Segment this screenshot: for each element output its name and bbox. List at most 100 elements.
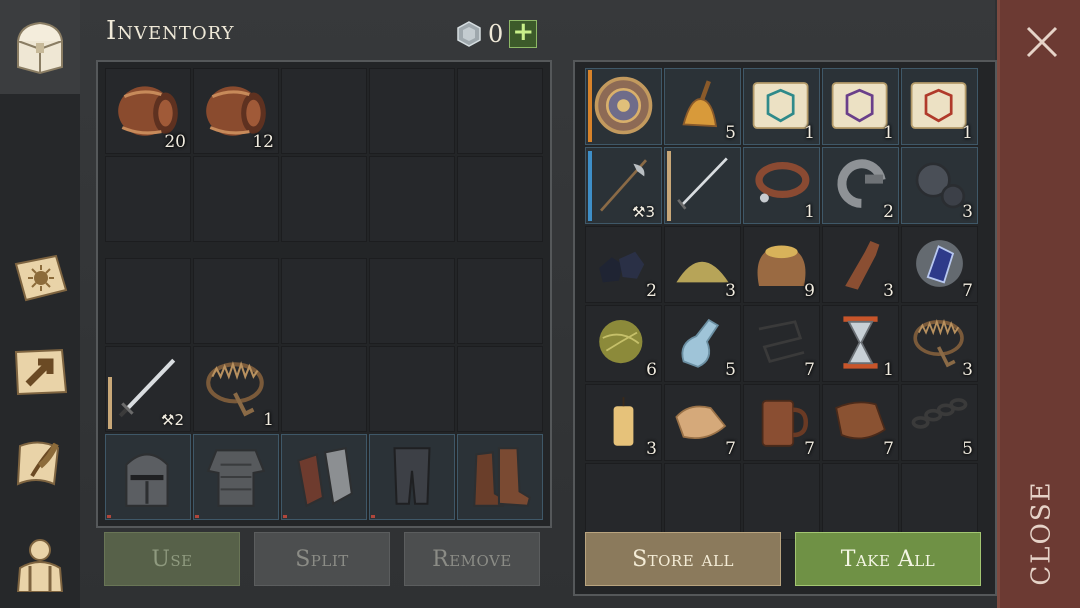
inventory-slot[interactable] (457, 258, 543, 344)
inventory-slot[interactable] (105, 156, 191, 242)
storage-slot[interactable]: 7 (901, 226, 978, 303)
storage-slot[interactable]: 2 (822, 147, 899, 224)
storage-slot[interactable] (901, 463, 978, 540)
inventory-slot[interactable] (281, 156, 367, 242)
inventory-slot[interactable] (369, 258, 455, 344)
storage-slot[interactable]: 3 (664, 226, 741, 303)
item-count: 7 (962, 281, 973, 301)
helmet-icon (125, 453, 169, 507)
inventory-slot[interactable] (369, 68, 455, 154)
tab-inventory[interactable] (0, 0, 82, 94)
equip-slot-chest[interactable] (193, 434, 279, 520)
inventory-slot[interactable] (193, 156, 279, 242)
item-count: 2 (883, 202, 894, 222)
inventory-slot[interactable] (281, 68, 367, 154)
backpack-grid: 20 12 (105, 68, 543, 242)
equip-slot-helmet[interactable] (105, 434, 191, 520)
storage-slot[interactable]: 7 (743, 305, 820, 382)
item-count: 3 (725, 281, 736, 301)
inventory-slot[interactable]: 1 (193, 346, 279, 432)
storage-slot[interactable] (585, 68, 662, 145)
equip-slot-boots[interactable] (457, 434, 543, 520)
hotbar-grid: ⚒2 1 (105, 258, 543, 432)
inventory-slot[interactable] (369, 346, 455, 432)
equipment-grid (105, 434, 543, 520)
longsword-icon (677, 157, 728, 210)
item-count: 1 (883, 360, 894, 380)
tab-skills[interactable] (0, 246, 80, 310)
store-all-button[interactable]: Store all (585, 532, 781, 586)
inventory-slot[interactable] (193, 258, 279, 344)
storage-slot[interactable]: ⚒3 (585, 147, 662, 224)
close-icon[interactable] (1022, 22, 1062, 62)
storage-slot[interactable]: 1 (743, 68, 820, 145)
storage-slot[interactable] (664, 463, 741, 540)
inventory-slot[interactable] (457, 346, 543, 432)
storage-slot[interactable]: 3 (901, 305, 978, 382)
inventory-slot[interactable]: 20 (105, 68, 191, 154)
remove-button[interactable]: Remove (404, 532, 540, 586)
inventory-slot[interactable]: 12 (193, 68, 279, 154)
storage-slot[interactable] (822, 463, 899, 540)
shield-icon (594, 76, 653, 135)
use-button[interactable]: Use (104, 532, 240, 586)
storage-slot[interactable]: 3 (585, 384, 662, 461)
page-title: Inventory (106, 16, 235, 46)
storage-slot[interactable]: 3 (901, 147, 978, 224)
map-arrow-icon (14, 348, 68, 396)
storage-slot[interactable]: 1 (822, 68, 899, 145)
storage-slot[interactable]: 7 (664, 384, 741, 461)
currency-amount: 0 (488, 20, 504, 48)
storage-slot[interactable] (743, 463, 820, 540)
currency: 0 + (456, 19, 538, 48)
chainmail-icon (206, 449, 266, 507)
inventory-slot[interactable] (457, 68, 543, 154)
item-count: 7 (725, 439, 736, 459)
storage-slot[interactable]: 5 (664, 305, 741, 382)
tab-character[interactable] (0, 520, 80, 608)
close-button[interactable]: CLOSE (1020, 478, 1064, 588)
storage-slot[interactable]: 1 (901, 68, 978, 145)
durability-tick (283, 515, 287, 518)
inventory-slot[interactable]: ⚒2 (105, 346, 191, 432)
storage-slot[interactable]: 5 (664, 68, 741, 145)
inventory-slot[interactable] (281, 346, 367, 432)
storage-slot[interactable]: 2 (585, 226, 662, 303)
storage-grid: 5 1 1 1 ⚒3 1 2 3 2 3 9 3 7 6 5 7 1 3 3 7… (585, 68, 978, 540)
storage-slot[interactable]: 7 (743, 384, 820, 461)
close-panel[interactable]: CLOSE (997, 0, 1080, 608)
tab-journal[interactable] (0, 432, 80, 496)
sun-book-icon (14, 254, 68, 302)
item-count: 5 (725, 360, 736, 380)
take-all-button[interactable]: Take All (795, 532, 981, 586)
inventory-slot[interactable] (457, 156, 543, 242)
storage-slot[interactable]: 1 (743, 147, 820, 224)
storage-slot[interactable]: 5 (901, 384, 978, 461)
inventory-slot[interactable] (281, 258, 367, 344)
item-count: 3 (962, 202, 973, 222)
gauntlets-icon (297, 447, 353, 508)
add-currency-button[interactable]: + (509, 19, 538, 48)
item-count: 20 (164, 132, 186, 152)
split-button[interactable]: Split (254, 532, 390, 586)
storage-slot[interactable]: 3 (822, 226, 899, 303)
bear-trap-icon (206, 361, 264, 417)
durability-tick (195, 515, 199, 518)
storage-slot[interactable] (664, 147, 741, 224)
item-count: 5 (725, 123, 736, 143)
storage-slot[interactable]: 1 (822, 305, 899, 382)
item-count: 3 (646, 439, 657, 459)
equip-slot-gloves[interactable] (281, 434, 367, 520)
storage-slot[interactable]: 6 (585, 305, 662, 382)
storage-slot[interactable]: 9 (743, 226, 820, 303)
item-count: 7 (804, 439, 815, 459)
item-count: 9 (804, 281, 815, 301)
item-count: 7 (883, 439, 894, 459)
storage-slot[interactable] (585, 463, 662, 540)
inventory-slot[interactable] (105, 258, 191, 344)
inventory-slot[interactable] (369, 156, 455, 242)
item-count: 7 (804, 360, 815, 380)
equip-slot-legs[interactable] (369, 434, 455, 520)
tab-map[interactable] (0, 340, 80, 404)
storage-slot[interactable]: 7 (822, 384, 899, 461)
